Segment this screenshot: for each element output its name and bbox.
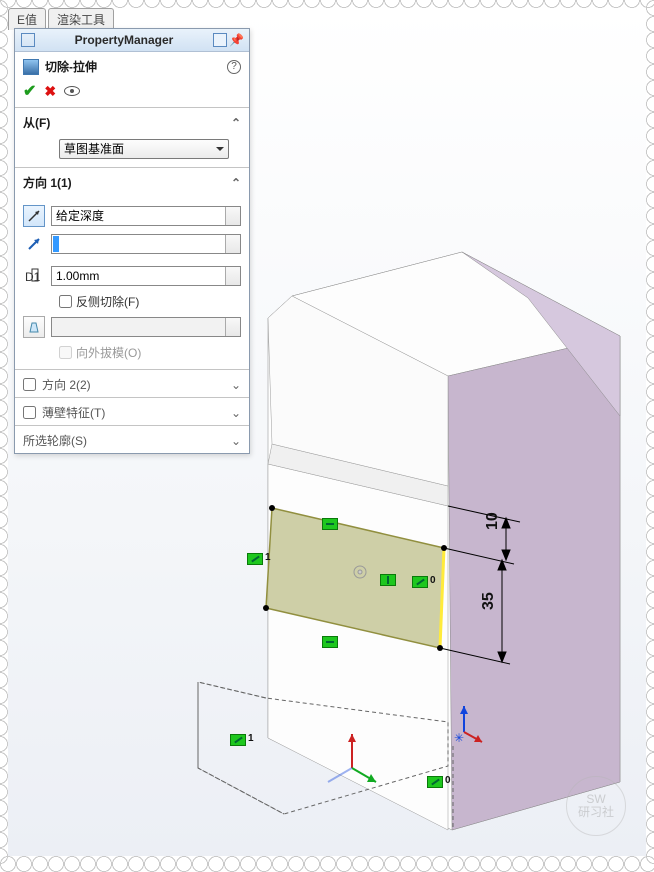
draft-icon[interactable] xyxy=(23,316,45,338)
direction-arrow-icon[interactable] xyxy=(23,233,45,255)
relation-horizontal[interactable] xyxy=(322,518,338,530)
pm-keep-visible-icon[interactable] xyxy=(213,33,227,47)
svg-text:D1: D1 xyxy=(25,270,41,284)
dimension-35[interactable]: 35 xyxy=(480,592,498,610)
section-from-label: 从(F) xyxy=(23,114,50,131)
dir2-enable-checkbox[interactable] xyxy=(23,378,36,391)
chevron-up-icon: ⌃ xyxy=(231,176,241,190)
relation-coincident[interactable] xyxy=(230,734,246,746)
section-thin-header[interactable]: 薄壁特征(T) ⌄ xyxy=(15,397,249,425)
chevron-down-icon: ⌄ xyxy=(231,434,241,448)
watermark: SW 研习社 xyxy=(566,776,626,836)
relation-vertical[interactable] xyxy=(380,574,396,586)
svg-text:✳: ✳ xyxy=(454,731,464,745)
flip-side-checkbox[interactable]: 反侧切除(F) xyxy=(59,293,241,310)
section-dir1-header[interactable]: 方向 1(1) ⌃ xyxy=(15,167,249,195)
dimension-10[interactable]: 10 xyxy=(484,512,502,530)
flip-side-label: 反侧切除(F) xyxy=(76,293,139,310)
section-dir1-label: 方向 1(1) xyxy=(23,174,72,191)
tab-evaluate[interactable]: E值 xyxy=(8,8,46,30)
cancel-button[interactable]: ✖ xyxy=(44,83,56,100)
command-tabs: E值 渲染工具 xyxy=(8,8,114,30)
reverse-direction-icon[interactable] xyxy=(23,205,45,227)
cut-extrude-icon xyxy=(23,59,39,75)
property-manager-panel: PropertyManager 📌 切除-拉伸 ? ✔ ✖ 从(F) ⌃ 草图基… xyxy=(14,28,250,454)
chevron-up-icon: ⌃ xyxy=(231,116,241,130)
section-contours-header[interactable]: 所选轮廓(S) ⌄ xyxy=(15,425,249,453)
relation-label: 0 xyxy=(445,775,451,786)
pm-title-text: PropertyManager xyxy=(35,33,213,47)
draft-outward-checkbox: 向外拔模(O) xyxy=(59,344,241,361)
pm-tab-icon[interactable] xyxy=(21,33,35,47)
chevron-down-icon: ⌄ xyxy=(231,406,241,420)
relation-coincident[interactable] xyxy=(247,553,263,565)
relation-label: 1 xyxy=(265,552,271,563)
section-dir2-header[interactable]: 方向 2(2) ⌄ xyxy=(15,369,249,397)
depth-icon: D1 xyxy=(23,265,45,287)
end-condition-dropdown[interactable]: 给定深度 xyxy=(51,206,241,226)
relation-horizontal[interactable] xyxy=(322,636,338,648)
direction-vector-field[interactable] xyxy=(51,234,241,254)
flip-side-input[interactable] xyxy=(59,295,72,308)
section-contours-label: 所选轮廓(S) xyxy=(23,432,87,449)
section-from-header[interactable]: 从(F) ⌃ xyxy=(15,107,249,135)
relation-coincident[interactable] xyxy=(427,776,443,788)
detailed-preview-icon[interactable] xyxy=(64,86,80,96)
from-dropdown[interactable]: 草图基准面 xyxy=(59,139,229,159)
tab-render-tools[interactable]: 渲染工具 xyxy=(48,8,114,30)
relation-coincident[interactable] xyxy=(412,576,428,588)
draft-angle-field[interactable] xyxy=(51,317,241,337)
relation-label: 0 xyxy=(430,575,436,586)
pm-titlebar: PropertyManager 📌 xyxy=(15,29,249,52)
thin-enable-checkbox[interactable] xyxy=(23,406,36,419)
chevron-down-icon: ⌄ xyxy=(231,378,241,392)
section-dir2-label: 方向 2(2) xyxy=(42,376,91,393)
pm-pin-icon[interactable]: 📌 xyxy=(229,33,243,47)
feature-name: 切除-拉伸 xyxy=(45,58,97,75)
draft-outward-input xyxy=(59,346,72,359)
relation-label: 1 xyxy=(248,733,254,744)
draft-outward-label: 向外拔模(O) xyxy=(76,344,141,361)
depth-field[interactable]: 1.00mm xyxy=(51,266,241,286)
ok-button[interactable]: ✔ xyxy=(23,81,36,101)
help-icon[interactable]: ? xyxy=(227,60,241,74)
section-thin-label: 薄壁特征(T) xyxy=(42,404,105,421)
